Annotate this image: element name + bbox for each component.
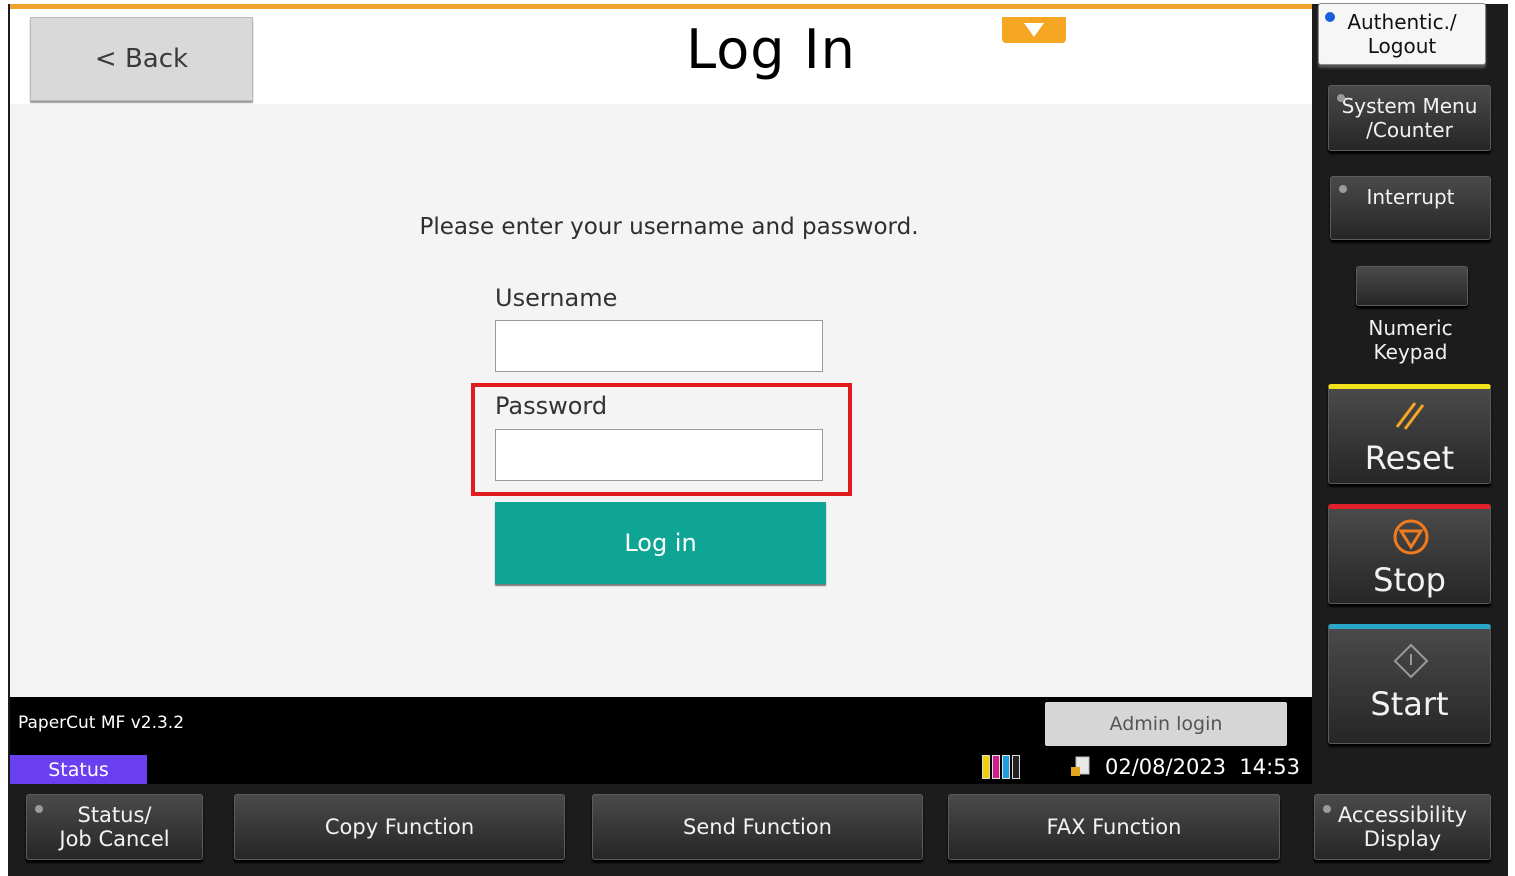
numeric-keypad-button[interactable] [1356, 266, 1468, 306]
system-menu-line1: System Menu [1341, 94, 1478, 118]
system-menu-led-icon [1337, 94, 1345, 102]
start-button[interactable]: Start [1328, 624, 1491, 744]
touch-screen: < Back Log In Please enter your username… [10, 4, 1312, 784]
send-function-button[interactable]: Send Function [592, 794, 923, 860]
auth-label-line2: Logout [1367, 34, 1437, 58]
username-label: Username [495, 284, 618, 312]
interrupt-button[interactable]: Interrupt [1330, 176, 1491, 240]
status-job-line2: Job Cancel [59, 827, 170, 851]
status-job-cancel-button[interactable]: Status/ Job Cancel [26, 794, 203, 860]
app-version: PaperCut MF v2.3.2 [18, 713, 185, 733]
interrupt-led-icon [1339, 185, 1347, 193]
document-lock-icon [1071, 756, 1090, 776]
login-button[interactable]: Log in [495, 502, 826, 584]
accessibility-led-icon [1323, 805, 1331, 813]
accessibility-line1: Accessibility [1337, 803, 1468, 827]
system-menu-line2: /Counter [1366, 118, 1453, 142]
accessibility-display-button[interactable]: Accessibility Display [1314, 794, 1491, 860]
page-title: Log In [686, 18, 856, 81]
reset-label: Reset [1364, 439, 1455, 477]
system-menu-button[interactable]: System Menu /Counter [1328, 85, 1491, 151]
copy-function-button[interactable]: Copy Function [234, 794, 565, 860]
status-led-icon [35, 805, 43, 813]
accessibility-line2: Display [1363, 827, 1442, 851]
status-footer: PaperCut MF v2.3.2 Status Admin login 02… [10, 697, 1312, 784]
stop-button[interactable]: Stop [1328, 504, 1491, 604]
authentic-logout-button[interactable]: Authentic./ Logout [1318, 3, 1486, 65]
status-tab[interactable]: Status [10, 755, 147, 784]
interrupt-label: Interrupt [1366, 185, 1455, 209]
password-label: Password [495, 392, 608, 420]
auth-led-icon [1325, 12, 1335, 22]
login-prompt: Please enter your username and password. [419, 214, 919, 240]
start-diamond-icon [1393, 643, 1429, 679]
admin-login-button[interactable]: Admin login [1045, 702, 1287, 746]
numeric-keypad-label: Numeric Keypad [1330, 316, 1491, 364]
fax-function-button[interactable]: FAX Function [948, 794, 1280, 860]
reset-button[interactable]: Reset [1328, 384, 1491, 484]
stop-label: Stop [1373, 561, 1446, 599]
date-time: 02/08/2023 14:53 [1105, 755, 1300, 779]
start-label: Start [1370, 685, 1449, 723]
stop-circle-icon [1393, 519, 1429, 555]
password-field[interactable] [495, 429, 823, 481]
numeric-line1: Numeric [1368, 316, 1453, 340]
time-value: 14:53 [1239, 755, 1300, 779]
numeric-line2: Keypad [1373, 340, 1448, 364]
date-value: 02/08/2023 [1105, 755, 1227, 779]
status-job-line1: Status/ [77, 803, 152, 827]
auth-label-line1: Authentic./ [1347, 10, 1457, 34]
reset-slash-icon [1395, 402, 1425, 430]
username-field[interactable] [495, 320, 823, 372]
toner-levels-icon [982, 755, 1020, 779]
